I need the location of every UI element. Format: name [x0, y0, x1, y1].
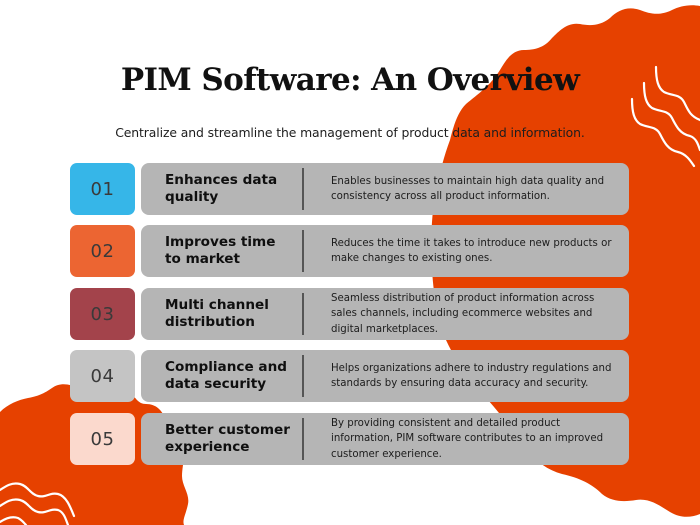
card-divider — [302, 418, 304, 460]
feature-card: Multi channel distribution Seamless dist… — [141, 288, 629, 340]
feature-number-badge: 02 — [70, 225, 135, 277]
feature-title: Better customer experience — [165, 422, 290, 455]
card-divider — [302, 355, 304, 397]
feature-number-badge: 03 — [70, 288, 135, 340]
feature-row: 05 Better customer experience By providi… — [70, 413, 630, 465]
card-divider — [302, 293, 304, 335]
feature-card: Better customer experience By providing … — [141, 413, 629, 465]
feature-row: 04 Compliance and data security Helps or… — [70, 350, 630, 402]
feature-title: Enhances data quality — [165, 172, 278, 205]
feature-row: 01 Enhances data quality Enables busines… — [70, 163, 630, 215]
feature-number-badge: 01 — [70, 163, 135, 215]
feature-description: Reduces the time it takes to introduce n… — [331, 237, 612, 264]
card-divider — [302, 168, 304, 210]
feature-title: Multi channel distribution — [165, 297, 269, 330]
feature-card: Enhances data quality Enables businesses… — [141, 163, 629, 215]
feature-number-badge: 05 — [70, 413, 135, 465]
feature-description: Seamless distribution of product informa… — [331, 293, 595, 335]
page-title: PIM Software: An Overview — [120, 62, 580, 98]
feature-number-badge: 04 — [70, 350, 135, 402]
feature-description: By providing consistent and detailed pro… — [331, 418, 604, 460]
feature-description: Helps organizations adhere to industry r… — [331, 362, 612, 389]
feature-description: Enables businesses to maintain high data… — [331, 175, 605, 202]
card-divider — [302, 230, 304, 272]
feature-title: Improves time to market — [165, 234, 276, 267]
feature-row: 02 Improves time to market Reduces the t… — [70, 225, 630, 277]
feature-title: Compliance and data security — [165, 359, 287, 392]
feature-row: 03 Multi channel distribution Seamless d… — [70, 288, 630, 340]
page-subtitle: Centralize and streamline the management… — [115, 125, 585, 140]
feature-card: Compliance and data security Helps organ… — [141, 350, 629, 402]
feature-card: Improves time to market Reduces the time… — [141, 225, 629, 277]
